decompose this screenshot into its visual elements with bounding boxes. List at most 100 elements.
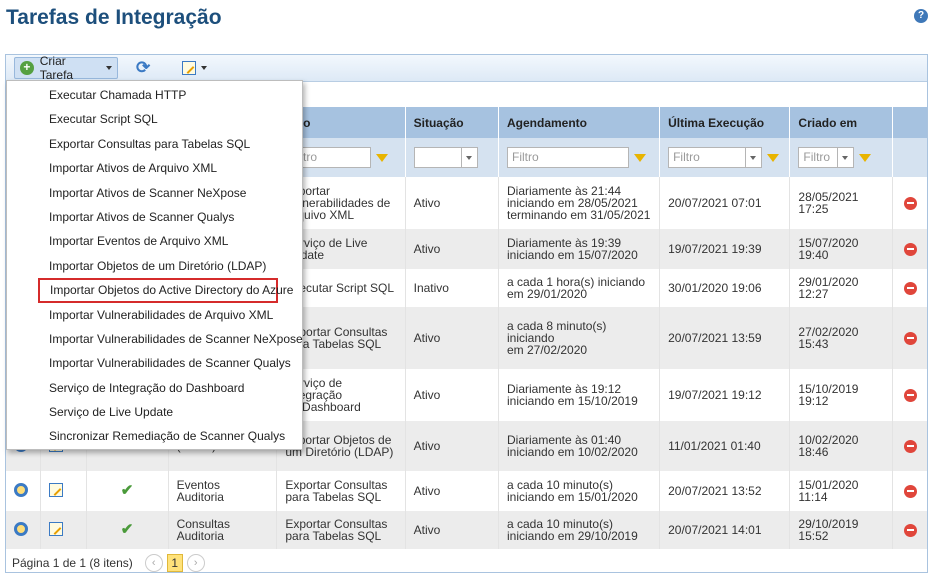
col-header-agendamento[interactable]: Agendamento bbox=[498, 107, 661, 138]
cell-nome-line: Eventos Auditoria bbox=[176, 478, 224, 504]
cell-agendamento: Diariamente às 19:12 iniciando em 15/10/2… bbox=[498, 369, 661, 421]
cell-criado-em: 29/10/2019 15:52 bbox=[789, 511, 894, 549]
cell-agendamento-line: iniciando em 15/10/2019 bbox=[507, 394, 638, 408]
filter-icon[interactable] bbox=[376, 153, 389, 162]
schedule-icon[interactable] bbox=[14, 522, 28, 536]
cell-tipo-line: para Tabelas SQL bbox=[285, 529, 382, 543]
cell-situacao: Ativo bbox=[405, 177, 500, 229]
cell-criado-line: 18:46 bbox=[798, 445, 829, 459]
menu-item[interactable]: Importar Objetos do Active Directory do … bbox=[38, 278, 293, 303]
menu-item[interactable]: Importar Eventos de Arquivo XML bbox=[7, 229, 302, 253]
filter-icon[interactable] bbox=[859, 153, 872, 162]
menu-item[interactable]: Importar Vulnerabilidades de Scanner Qua… bbox=[7, 351, 302, 375]
menu-item[interactable]: Executar Chamada HTTP bbox=[7, 83, 302, 107]
menu-item[interactable]: Serviço de Live Update bbox=[7, 400, 302, 424]
cell-ultima-execucao: 20/07/2021 13:59 bbox=[659, 307, 791, 369]
cell-nome-line: Auditoria bbox=[176, 529, 224, 543]
chevron-down-icon bbox=[106, 66, 112, 70]
cell-ultima-execucao: 30/01/2020 19:06 bbox=[659, 269, 791, 307]
cell-criado-em: 15/01/2020 11:14 bbox=[789, 471, 894, 511]
menu-item[interactable]: Importar Objetos de um Diretório (LDAP) bbox=[7, 254, 302, 278]
menu-item[interactable]: Sincronizar Remediação de Scanner Qualys bbox=[7, 424, 302, 448]
menu-item[interactable]: Serviço de Integração do Dashboard bbox=[7, 376, 302, 400]
filter-input-agendamento[interactable]: Filtro bbox=[507, 147, 629, 168]
cell-ultima-execucao: 19/07/2021 19:12 bbox=[659, 369, 791, 421]
delete-icon[interactable] bbox=[904, 242, 917, 256]
create-task-button[interactable]: + Criar Tarefa bbox=[14, 55, 118, 82]
delete-icon[interactable] bbox=[904, 439, 917, 453]
col-header-ultima-execucao[interactable]: Última Execução bbox=[659, 107, 791, 138]
cell-criado-em: 29/01/2020 12:27 bbox=[789, 269, 894, 307]
edit-icon[interactable] bbox=[49, 522, 64, 536]
prev-page-button[interactable]: ‹ bbox=[144, 554, 163, 572]
cell-ultima-execucao: 19/07/2021 19:39 bbox=[659, 229, 791, 269]
filter-select-situacao[interactable] bbox=[413, 147, 462, 168]
table-row[interactable]: ✔ Eventos Auditoria Exportar Consultas para… bbox=[6, 471, 927, 511]
menu-item[interactable]: Importar Vulnerabilidades de Arquivo XML bbox=[7, 303, 302, 327]
cell-agendamento-line: em 27/02/2020 bbox=[507, 343, 588, 357]
cell-agendamento-line: iniciando em 10/02/2020 bbox=[507, 445, 638, 459]
page-title: Tarefas de Integração bbox=[6, 6, 222, 29]
create-task-menu: Executar Chamada HTTP Executar Script SQL… bbox=[6, 80, 303, 450]
table-row[interactable]: ✔ Consultas Auditoria Exportar Consultas par… bbox=[6, 511, 927, 549]
cell-criado-em: 10/02/2020 18:46 bbox=[789, 421, 894, 471]
cell-agendamento-line: em 29/01/2020 bbox=[507, 287, 588, 301]
delete-icon[interactable] bbox=[904, 196, 917, 210]
cell-ultima-execucao: 20/07/2021 13:52 bbox=[659, 471, 791, 511]
col-header-situacao[interactable]: Situação bbox=[405, 107, 500, 138]
menu-item[interactable]: Importar Ativos de Arquivo XML bbox=[7, 156, 302, 180]
cell-situacao: Ativo bbox=[405, 229, 500, 269]
toolbar: + Criar Tarefa ⟳ bbox=[6, 55, 927, 82]
menu-item[interactable]: Importar Vulnerabilidades de Scanner NeX… bbox=[7, 327, 303, 351]
cell-ultima-execucao: 20/07/2021 14:01 bbox=[659, 511, 791, 549]
cell-criado-em: 15/07/2020 19:40 bbox=[789, 229, 894, 269]
cell-criado-em: 28/05/2021 17:25 bbox=[789, 177, 894, 229]
cell-criado-line: 17:25 bbox=[798, 202, 829, 216]
current-page[interactable]: 1 bbox=[166, 554, 183, 572]
cell-criado-line: 15:52 bbox=[798, 529, 829, 543]
cell-agendamento: a cada 10 minuto(s) iniciando em 15/01/20… bbox=[498, 471, 661, 511]
menu-item[interactable]: Importar Ativos de Scanner NeXpose bbox=[7, 181, 302, 205]
delete-icon[interactable] bbox=[904, 484, 917, 498]
chevron-down-icon[interactable] bbox=[746, 147, 763, 168]
pager-text: Página 1 de 1 (8 itens) bbox=[12, 556, 133, 570]
menu-item[interactable]: Executar Script SQL bbox=[7, 107, 302, 131]
cell-situacao: Inativo bbox=[405, 269, 500, 307]
refresh-icon[interactable]: ⟳ bbox=[130, 57, 156, 79]
cell-situacao: Ativo bbox=[405, 421, 500, 471]
cell-criado-line: 19:12 bbox=[798, 394, 829, 408]
menu-item[interactable]: Importar Ativos de Scanner Qualys bbox=[7, 205, 302, 229]
cell-agendamento: a cada 1 hora(s) iniciando em 29/01/2020 bbox=[498, 269, 661, 307]
cell-tipo: Exportar Consultas para Tabelas SQL bbox=[276, 471, 406, 511]
help-icon[interactable]: ? bbox=[914, 9, 928, 23]
chevron-down-icon[interactable] bbox=[461, 147, 478, 168]
filter-input-ultima[interactable]: Filtro bbox=[668, 147, 747, 168]
edit-icon[interactable] bbox=[49, 483, 64, 497]
menu-item[interactable]: Exportar Consultas para Tabelas SQL bbox=[7, 132, 302, 156]
cell-situacao: Ativo bbox=[405, 471, 500, 511]
filter-icon[interactable] bbox=[634, 153, 646, 162]
delete-icon[interactable] bbox=[904, 281, 917, 295]
cell-criado-line: 19:40 bbox=[798, 248, 829, 262]
col-header-criado-em[interactable]: Criado em bbox=[789, 107, 894, 138]
delete-icon[interactable] bbox=[904, 388, 917, 402]
cell-situacao: Ativo bbox=[405, 307, 500, 369]
cell-agendamento-line: iniciando em 29/10/2019 bbox=[507, 529, 638, 543]
cell-nome: Consultas Auditoria bbox=[168, 511, 278, 549]
cell-nome: Eventos Auditoria bbox=[168, 471, 278, 511]
delete-icon[interactable] bbox=[904, 523, 917, 537]
cell-criado-line: 15:43 bbox=[798, 337, 829, 351]
cell-agendamento: Diariamente às 19:39 iniciando em 15/07/2… bbox=[498, 229, 661, 269]
cell-criado-em: 27/02/2020 15:43 bbox=[789, 307, 894, 369]
cell-agendamento-line: terminando em 31/05/2021 bbox=[507, 208, 651, 222]
cell-ultima-execucao: 11/01/2021 01:40 bbox=[659, 421, 791, 471]
delete-icon[interactable] bbox=[904, 331, 917, 345]
filter-input-criado[interactable]: Filtro bbox=[798, 147, 839, 168]
next-page-button[interactable]: › bbox=[186, 554, 205, 572]
cell-agendamento: a cada 8 minuto(s) iniciando em 27/02/202… bbox=[498, 307, 661, 369]
schedule-icon[interactable] bbox=[14, 483, 28, 497]
add-icon: + bbox=[20, 61, 34, 75]
edit-columns-button[interactable] bbox=[176, 57, 213, 79]
chevron-down-icon[interactable] bbox=[838, 147, 855, 168]
filter-icon[interactable] bbox=[767, 153, 780, 162]
